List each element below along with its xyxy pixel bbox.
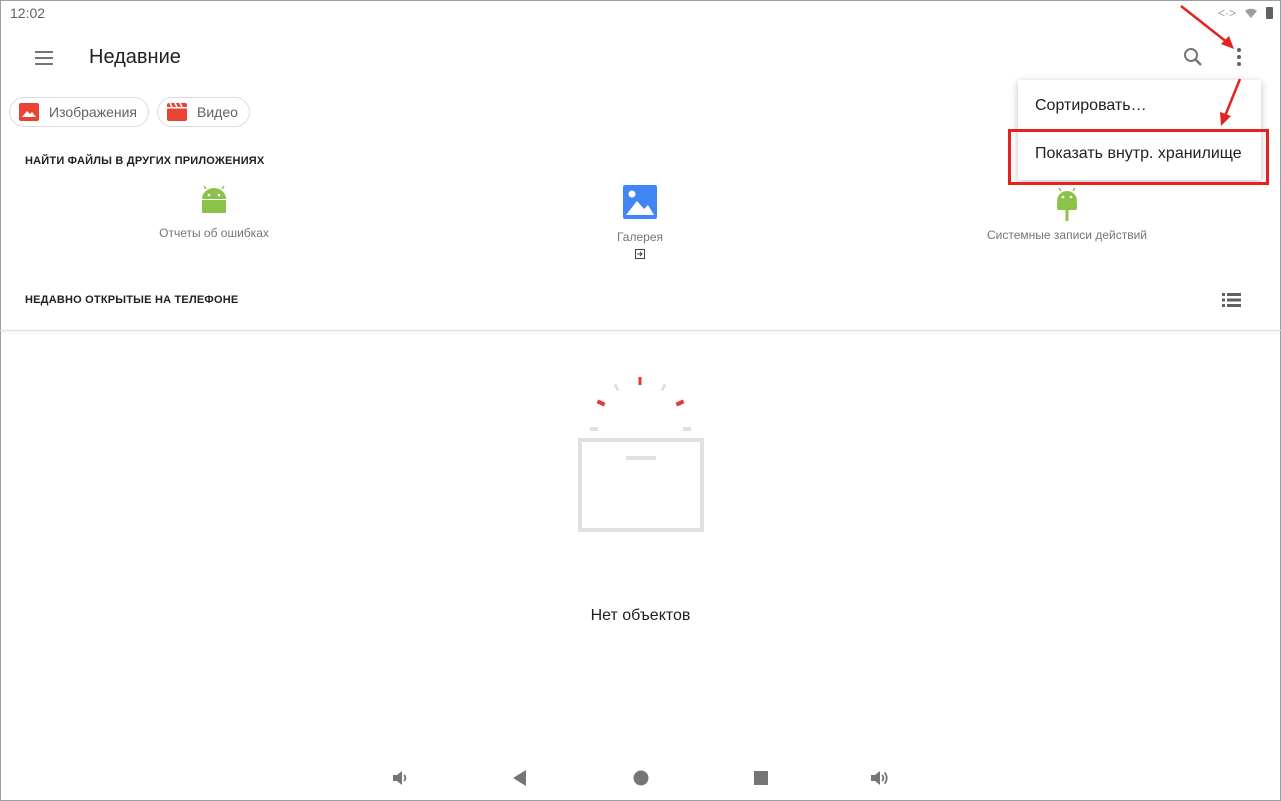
empty-box-illustration [578,377,704,532]
recent-section-label: НЕДАВНО ОТКРЫТЫЕ НА ТЕЛЕФОНЕ [25,294,239,306]
chip-images[interactable]: Изображения [9,97,149,127]
empty-state-text: Нет объектов [590,607,691,624]
volume-up-icon[interactable] [870,768,890,788]
volume-down-icon[interactable] [391,768,411,788]
chip-label: Видео [197,104,238,120]
video-icon [167,103,187,121]
app-label: Отчеты об ошибках [159,226,269,240]
android-icon [202,185,226,213]
app-label: Системные записи действий [987,228,1147,242]
wifi-icon [1245,8,1257,18]
search-icon[interactable] [1180,44,1206,70]
image-icon [19,103,39,121]
status-bar: 12:02 <·> [0,0,1281,26]
app-bug-reports[interactable]: Отчеты об ошибках [64,185,364,240]
status-icons: <·> [1218,6,1273,20]
chip-video[interactable]: Видео [157,97,250,127]
apps-section-label: НАЙТИ ФАЙЛЫ В ДРУГИХ ПРИЛОЖЕНИЯХ [25,155,265,167]
app-system-traces[interactable]: Системные записи действий [917,185,1217,242]
open-external-icon [635,249,645,259]
back-icon[interactable] [510,768,530,788]
recents-icon[interactable] [751,768,771,788]
menu-icon[interactable] [26,46,62,70]
gallery-icon [623,185,657,219]
filter-chips: Изображения Видео [9,97,250,127]
more-vert-icon[interactable] [1228,44,1250,70]
battery-icon [1266,7,1273,19]
code-arrows-icon: <·> [1217,6,1236,20]
system-nav-bar [0,760,1281,796]
list-view-icon[interactable] [1221,290,1243,310]
apps-row: Отчеты об ошибках Галерея Системные запи… [0,185,1281,275]
app-gallery[interactable]: Галерея [490,185,790,264]
home-icon[interactable] [631,768,651,788]
menu-item-sort[interactable]: Сортировать… [1018,82,1261,130]
status-time: 12:02 [10,5,46,21]
section-divider [0,330,1281,331]
app-label: Галерея [616,230,664,244]
chip-label: Изображения [49,104,137,120]
page-title: Недавние [89,46,181,68]
android-icon [1057,187,1077,221]
annotation-highlight-box [1008,129,1269,185]
